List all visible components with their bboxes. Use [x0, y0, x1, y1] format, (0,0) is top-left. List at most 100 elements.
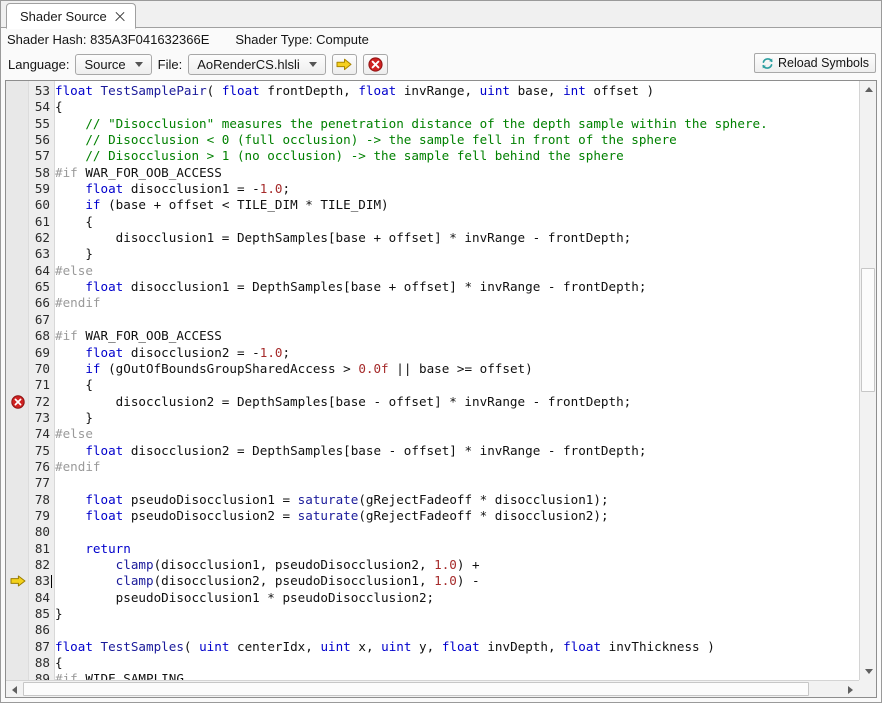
code-line[interactable]: 87 float TestSamples( uint centerIdx, uin…: [6, 639, 859, 655]
line-number: 78: [6, 492, 50, 508]
line-number: 87: [6, 639, 50, 655]
vertical-scrollbar-thumb[interactable]: [861, 268, 875, 392]
chevron-down-icon: [309, 62, 317, 67]
go-to-button[interactable]: [332, 54, 357, 75]
code-line[interactable]: 57 // Disocclusion > 1 (no occlusion) ->…: [6, 148, 859, 164]
code-line[interactable]: 74#else: [6, 426, 859, 442]
vertical-scrollbar[interactable]: [859, 81, 876, 680]
tab-shader-source[interactable]: Shader Source: [6, 3, 136, 29]
line-text: }: [55, 246, 93, 262]
code-line[interactable]: 55 // "Disocclusion" measures the penetr…: [6, 116, 859, 132]
line-text: if (base + offset < TILE_DIM * TILE_DIM): [55, 197, 389, 213]
scrollbar-corner: [859, 680, 876, 697]
line-number: 61: [6, 214, 50, 230]
code-line[interactable]: 71 {: [6, 377, 859, 393]
code-line[interactable]: 64#else: [6, 263, 859, 279]
code-editor[interactable]: 53float TestSamplePair( float frontDepth…: [6, 81, 859, 680]
line-number: 67: [6, 312, 50, 328]
line-number: 64: [6, 263, 50, 279]
code-line[interactable]: 56 // Disocclusion < 0 (full occlusion) …: [6, 132, 859, 148]
code-line[interactable]: 88{: [6, 655, 859, 671]
line-text: #if WAR_FOR_OOB_ACCESS: [55, 328, 222, 344]
line-text: {: [55, 214, 93, 230]
code-line[interactable]: 86: [6, 622, 859, 638]
line-number: 79: [6, 508, 50, 524]
code-line[interactable]: 60 if (base + offset < TILE_DIM * TILE_D…: [6, 197, 859, 213]
code-line[interactable]: 67: [6, 312, 859, 328]
code-line[interactable]: 73 }: [6, 410, 859, 426]
code-line[interactable]: 77: [6, 475, 859, 491]
code-line[interactable]: 62 disocclusion1 = DepthSamples[base + o…: [6, 230, 859, 246]
line-text: float disocclusion1 = DepthSamples[base …: [55, 279, 646, 295]
line-text: {: [55, 99, 63, 115]
line-text: #if WIDE_SAMPLING: [55, 671, 184, 680]
horizontal-scrollbar-thumb[interactable]: [23, 682, 809, 696]
line-number: 86: [6, 622, 50, 638]
code-line[interactable]: 53float TestSamplePair( float frontDepth…: [6, 83, 859, 99]
line-text: {: [55, 377, 93, 393]
code-line[interactable]: 81 return: [6, 541, 859, 557]
language-label: Language:: [8, 57, 69, 72]
code-line[interactable]: 65 float disocclusion1 = DepthSamples[ba…: [6, 279, 859, 295]
close-icon[interactable]: [114, 11, 125, 22]
code-line[interactable]: 75 float disocclusion2 = DepthSamples[ba…: [6, 443, 859, 459]
line-text: float TestSamples( uint centerIdx, uint …: [55, 639, 715, 655]
line-number: 57: [6, 148, 50, 164]
line-text: pseudoDisocclusion1 * pseudoDisocclusion…: [55, 590, 434, 606]
code-editor-panel: 53float TestSamplePair( float frontDepth…: [5, 80, 877, 698]
code-line[interactable]: 79 float pseudoDisocclusion2 = saturate(…: [6, 508, 859, 524]
line-number: 88: [6, 655, 50, 671]
code-line[interactable]: 89 #if WIDE_SAMPLING: [6, 671, 859, 680]
scroll-up-button[interactable]: [860, 81, 877, 98]
line-text: disocclusion1 = DepthSamples[base + offs…: [55, 230, 631, 246]
scroll-left-button[interactable]: [6, 681, 23, 698]
yellow-right-arrow-icon: [336, 58, 352, 71]
code-line[interactable]: 84 pseudoDisocclusion1 * pseudoDisocclus…: [6, 590, 859, 606]
line-number: 82: [6, 557, 50, 573]
code-line[interactable]: 54{: [6, 99, 859, 115]
shader-source-window: Shader Source Shader Hash: 835A3F0416323…: [0, 0, 882, 703]
line-text: disocclusion2 = DepthSamples[base - offs…: [55, 394, 631, 410]
red-error-icon: [368, 57, 383, 72]
code-line[interactable]: 66#endif: [6, 295, 859, 311]
code-line[interactable]: 70 if (gOutOfBoundsGroupSharedAccess > 0…: [6, 361, 859, 377]
line-number: 76: [6, 459, 50, 475]
code-line[interactable]: 80: [6, 524, 859, 540]
line-number: 72: [6, 394, 50, 410]
code-line[interactable]: 83 clamp(disocclusion2, pseudoDisocclusi…: [6, 573, 859, 589]
code-line[interactable]: 61 {: [6, 214, 859, 230]
code-line[interactable]: 63 }: [6, 246, 859, 262]
line-number: 89: [6, 671, 50, 680]
line-number: 68: [6, 328, 50, 344]
cancel-button[interactable]: [363, 54, 388, 75]
triangle-right-icon: [848, 686, 853, 694]
code-line[interactable]: 68 #if WAR_FOR_OOB_ACCESS: [6, 328, 859, 344]
scroll-down-button[interactable]: [860, 663, 877, 680]
file-select[interactable]: AoRenderCS.hlsli: [188, 54, 326, 75]
language-select[interactable]: Source: [75, 54, 151, 75]
reload-symbols-label: Reload Symbols: [778, 56, 869, 70]
code-line[interactable]: 58#if WAR_FOR_OOB_ACCESS: [6, 165, 859, 181]
line-number: 85: [6, 606, 50, 622]
line-number: 66: [6, 295, 50, 311]
line-number: 55: [6, 116, 50, 132]
code-line[interactable]: 82 clamp(disocclusion1, pseudoDisocclusi…: [6, 557, 859, 573]
line-text: float disocclusion1 = -1.0;: [55, 181, 290, 197]
code-line[interactable]: 78 float pseudoDisocclusion1 = saturate(…: [6, 492, 859, 508]
code-line[interactable]: 85}: [6, 606, 859, 622]
code-line[interactable]: 76#endif: [6, 459, 859, 475]
refresh-icon: [761, 57, 774, 70]
line-text: return: [55, 541, 131, 557]
scroll-right-button[interactable]: [842, 681, 859, 698]
line-number: 75: [6, 443, 50, 459]
line-number: 63: [6, 246, 50, 262]
code-line[interactable]: 72 disocclusion2 = DepthSamples[base - o…: [6, 394, 859, 410]
triangle-left-icon: [12, 686, 17, 694]
code-line[interactable]: 59 float disocclusion1 = -1.0;: [6, 181, 859, 197]
triangle-down-icon: [865, 669, 873, 674]
chevron-down-icon: [135, 62, 143, 67]
triangle-up-icon: [865, 87, 873, 92]
code-line[interactable]: 69 float disocclusion2 = -1.0;: [6, 345, 859, 361]
horizontal-scrollbar[interactable]: [6, 680, 859, 697]
reload-symbols-button[interactable]: Reload Symbols: [754, 53, 876, 73]
